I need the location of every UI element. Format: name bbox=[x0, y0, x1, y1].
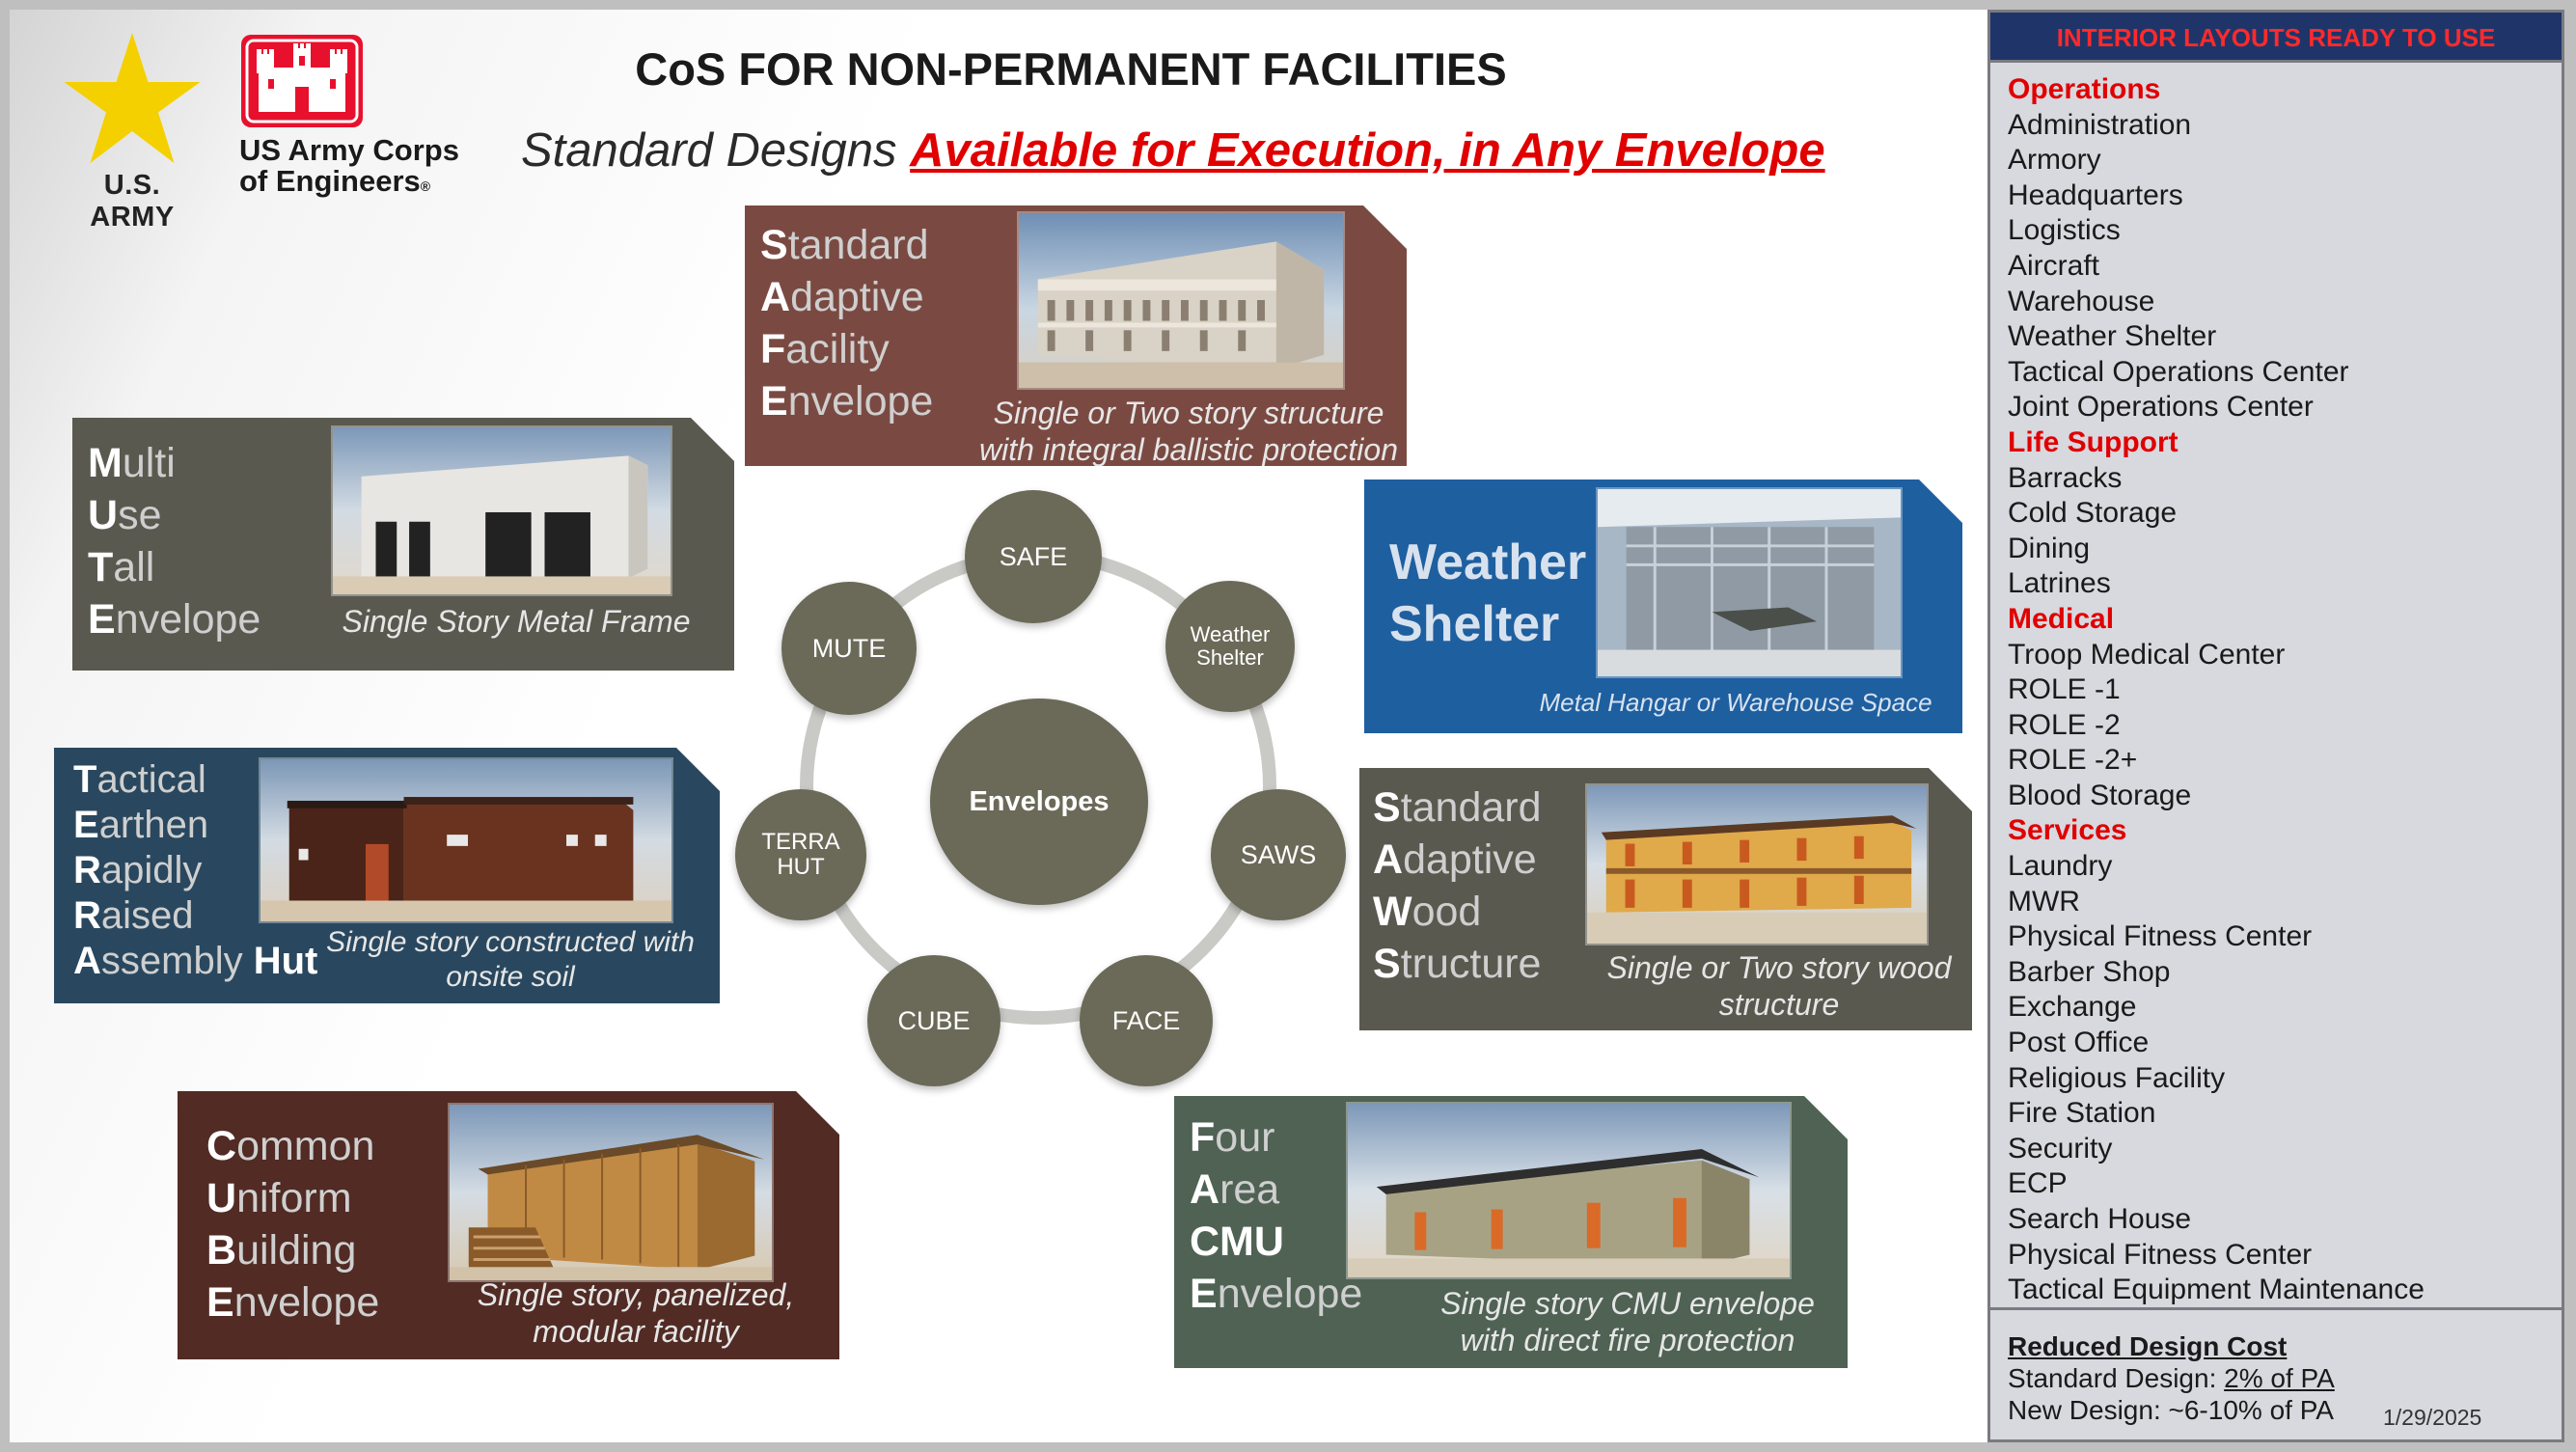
mute-acronym: Multi Use Tall Envelope bbox=[88, 440, 261, 643]
terra-description: Single story constructed with onsite soil bbox=[326, 926, 695, 993]
node-weather-shelter[interactable]: Weather Shelter bbox=[1165, 581, 1295, 712]
safe-render bbox=[1017, 211, 1345, 390]
usace-line-2: of Engineers bbox=[239, 164, 421, 198]
usace-line-1: US Army Corps bbox=[239, 133, 459, 167]
node-face-label: FACE bbox=[1111, 1005, 1181, 1035]
panel-heading: INTERIOR LAYOUTS READY TO USE bbox=[1990, 13, 2562, 63]
node-envelopes[interactable]: Envelopes bbox=[930, 699, 1148, 905]
node-cube-label: CUBE bbox=[897, 1005, 971, 1035]
card-saws: Standard Adaptive Wood Structure Single … bbox=[1359, 768, 1972, 1030]
cube-render bbox=[448, 1103, 774, 1282]
layout-category: Operations bbox=[2008, 73, 2161, 105]
node-weather-label-2: Shelter bbox=[1196, 645, 1264, 670]
saws-description: Single or Two story wood structure bbox=[1606, 950, 1952, 1022]
layout-item: Post Office bbox=[2008, 1027, 2150, 1059]
card-cube: Common Uniform Building Envelope Single … bbox=[178, 1091, 839, 1359]
layout-list: Operations Administration Armory Headquarte… bbox=[1990, 63, 2562, 1308]
cost-standard: Standard Design: 2% of PA bbox=[2008, 1363, 2335, 1393]
layout-item: MWR bbox=[2008, 885, 2080, 918]
node-cube[interactable]: CUBE bbox=[867, 955, 1000, 1086]
cube-description: Single story, panelized, modular facility bbox=[477, 1277, 795, 1349]
castle-icon bbox=[241, 35, 363, 127]
layout-item: Headquarters bbox=[2008, 178, 2183, 211]
interior-layouts-panel: INTERIOR LAYOUTS READY TO USE Operations… bbox=[1987, 10, 2564, 1442]
subtitle-plain: Standard Designs bbox=[521, 124, 911, 177]
layout-item: ROLE -2+ bbox=[2008, 744, 2138, 777]
layout-item: Aircraft bbox=[2008, 249, 2100, 282]
army-star-icon bbox=[64, 33, 201, 163]
node-safe[interactable]: SAFE bbox=[965, 490, 1102, 623]
registered-mark: ® bbox=[420, 178, 431, 194]
layout-item: Laundry bbox=[2008, 850, 2113, 883]
layout-item: Security bbox=[2008, 1132, 2113, 1164]
layout-item: Exchange bbox=[2008, 991, 2137, 1024]
layout-item: Warehouse bbox=[2008, 285, 2155, 317]
weather-title: Weather Shelter bbox=[1389, 534, 1587, 652]
safe-description: Single or Two story structure with integr… bbox=[979, 396, 1398, 467]
saws-render bbox=[1585, 783, 1929, 945]
layout-item: Latrines bbox=[2008, 567, 2111, 600]
node-mute[interactable]: MUTE bbox=[781, 582, 917, 715]
mute-render bbox=[331, 425, 672, 596]
layout-item: Weather Shelter bbox=[2008, 320, 2217, 353]
layout-item: ECP bbox=[2008, 1167, 2068, 1200]
node-saws-label: SAWS bbox=[1240, 839, 1317, 869]
layout-category: Life Support bbox=[2008, 425, 2179, 458]
terra-render bbox=[259, 757, 673, 923]
us-army-logo: U.S. ARMY bbox=[60, 27, 205, 233]
layout-item: Search House bbox=[2008, 1203, 2192, 1235]
node-saws[interactable]: SAWS bbox=[1211, 789, 1346, 920]
node-weather-label-1: Weather bbox=[1190, 622, 1271, 646]
card-weather-shelter: Weather Shelter Metal Hangar or Warehous… bbox=[1364, 479, 1962, 733]
mute-description: Single Story Metal Frame bbox=[342, 604, 691, 639]
card-safe: Standard Adaptive Facility Envelope Sing… bbox=[745, 205, 1407, 466]
layout-item: Physical Fitness Center bbox=[2008, 920, 2313, 953]
layout-item: Tactical Equipment Maintenance bbox=[2008, 1274, 2425, 1306]
layout-item: ROLE -2 bbox=[2008, 708, 2121, 741]
layout-item: ROLE -1 bbox=[2008, 673, 2121, 706]
node-terra-label-1: TERRA bbox=[761, 829, 840, 855]
card-mute: Multi Use Tall Envelope Single Story Met… bbox=[72, 418, 734, 671]
face-description: Single story CMU envelope with direct fir… bbox=[1440, 1286, 1815, 1357]
layout-item: Religious Facility bbox=[2008, 1061, 2226, 1094]
layout-category: Medical bbox=[2008, 602, 2115, 635]
page-subtitle: Standard Designs Available for Execution… bbox=[521, 123, 1901, 178]
safe-acronym: Standard Adaptive Facility Envelope bbox=[760, 222, 934, 425]
node-envelopes-label: Envelopes bbox=[969, 785, 1110, 817]
layout-item: Joint Operations Center bbox=[2008, 391, 2314, 424]
weather-render bbox=[1596, 487, 1903, 678]
layout-item: Cold Storage bbox=[2008, 497, 2178, 530]
layout-item: Physical Fitness Center bbox=[2008, 1238, 2313, 1271]
node-mute-label: MUTE bbox=[811, 633, 887, 663]
usace-wordmark: US Army Corps of Engineers® bbox=[239, 135, 459, 202]
subtitle-highlight: Available for Execution, in Any Envelope bbox=[910, 124, 1825, 177]
layout-item: Tactical Operations Center bbox=[2008, 355, 2349, 388]
face-render bbox=[1346, 1102, 1792, 1279]
layout-category: Services bbox=[2008, 814, 2127, 847]
node-terra-label-2: HUT bbox=[777, 854, 825, 880]
layout-item: Dining bbox=[2008, 532, 2091, 564]
layout-item: Fire Station bbox=[2008, 1097, 2156, 1130]
card-face: Four Area CMU Envelope Single story CMU … bbox=[1174, 1096, 1848, 1368]
node-face[interactable]: FACE bbox=[1080, 955, 1213, 1086]
usace-logo: US Army Corps of Engineers® bbox=[228, 21, 479, 205]
face-acronym: Four Area CMU Envelope bbox=[1190, 1114, 1363, 1317]
card-terra-hut: Tactical Earthen Rapidly Raised Assembly… bbox=[54, 748, 720, 1003]
cube-acronym: Common Uniform Building Envelope bbox=[206, 1123, 380, 1326]
layout-item: Armory bbox=[2008, 144, 2101, 177]
layout-item: Blood Storage bbox=[2008, 779, 2192, 811]
saws-acronym: Standard Adaptive Wood Structure bbox=[1373, 784, 1542, 987]
weather-description: Metal Hangar or Warehouse Space bbox=[1539, 688, 1932, 717]
node-safe-label: SAFE bbox=[999, 541, 1068, 571]
layout-item: Barracks bbox=[2008, 461, 2123, 494]
node-terra-hut[interactable]: TERRA HUT bbox=[735, 789, 866, 920]
layout-item: Barber Shop bbox=[2008, 955, 2171, 988]
army-label: U.S. ARMY bbox=[90, 170, 175, 233]
page-title: CoS FOR NON-PERMANENT FACILITIES bbox=[635, 43, 1507, 95]
slide-date: 1/29/2025 bbox=[2383, 1405, 2482, 1430]
layout-item: Troop Medical Center bbox=[2008, 638, 2286, 671]
layout-item: Logistics bbox=[2008, 214, 2121, 247]
layout-item: Administration bbox=[2008, 108, 2192, 141]
cost-heading: Reduced Design Cost bbox=[2008, 1331, 2288, 1361]
